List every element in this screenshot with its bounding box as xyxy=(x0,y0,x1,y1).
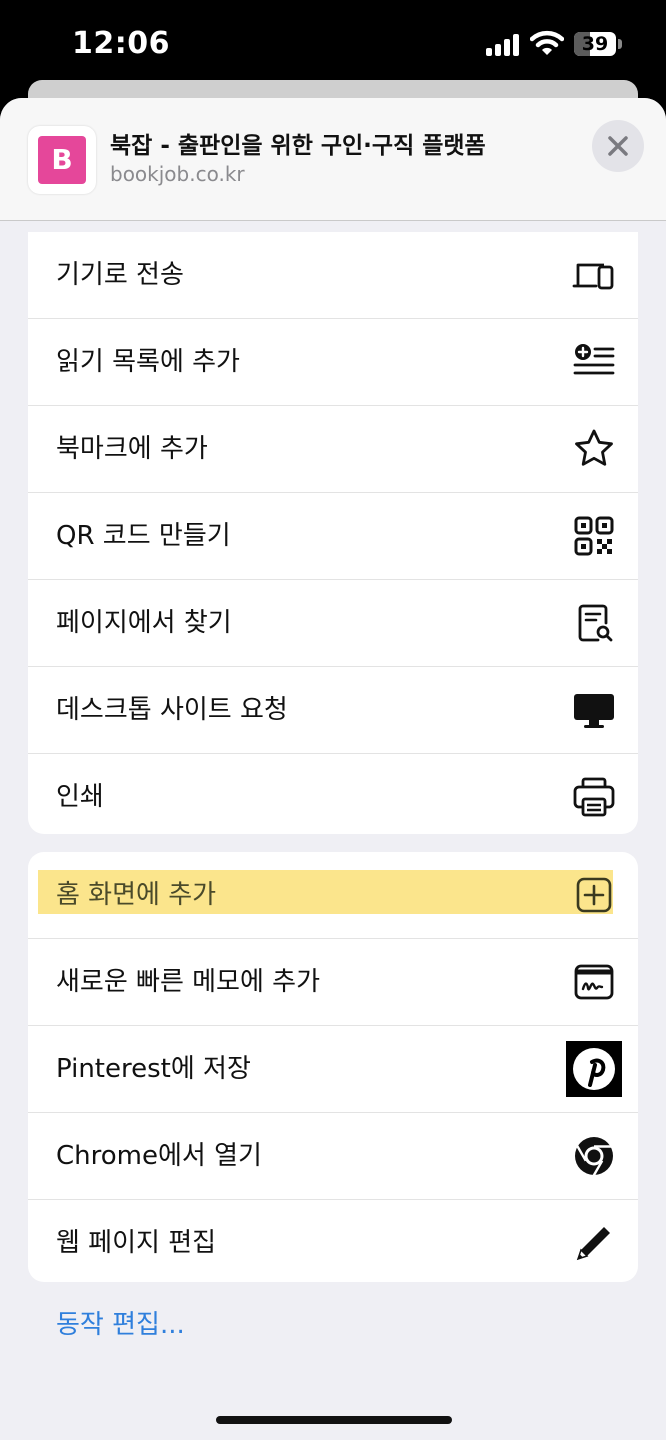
action-create-qr-code[interactable]: QR 코드 만들기 xyxy=(28,492,638,579)
action-label: QR 코드 만들기 xyxy=(56,521,231,551)
action-print[interactable]: 인쇄 xyxy=(28,753,638,834)
edit-actions-link[interactable]: 동작 편집... xyxy=(56,1304,185,1341)
site-url: bookjob.co.kr xyxy=(110,162,245,186)
action-save-to-pinterest[interactable]: Pinterest에 저장 xyxy=(28,1025,638,1112)
chrome-icon xyxy=(572,1134,616,1178)
close-button[interactable] xyxy=(592,120,644,172)
status-time: 12:06 xyxy=(72,26,170,61)
action-label: Chrome에서 열기 xyxy=(56,1141,262,1171)
action-label: 기기로 전송 xyxy=(56,260,184,290)
home-indicator xyxy=(216,1416,452,1424)
qr-code-icon xyxy=(572,514,616,558)
reading-list-icon xyxy=(572,340,616,384)
site-favicon: B xyxy=(28,126,96,194)
action-edit-web-page[interactable]: 웹 페이지 편집 xyxy=(28,1199,638,1282)
action-request-desktop-site[interactable]: 데스크톱 사이트 요청 xyxy=(28,666,638,753)
action-label: 데스크톱 사이트 요청 xyxy=(56,695,288,725)
action-add-to-reading-list[interactable]: 읽기 목록에 추가 xyxy=(28,318,638,405)
desktop-icon xyxy=(572,688,616,732)
site-title: 북잡 - 출판인을 위한 구인·구직 플랫폼 xyxy=(110,133,486,159)
action-label: 새로운 빠른 메모에 추가 xyxy=(56,967,320,997)
action-label: 웹 페이지 편집 xyxy=(56,1228,217,1258)
battery-icon: 39 xyxy=(574,32,616,56)
action-open-in-chrome[interactable]: Chrome에서 열기 xyxy=(28,1112,638,1199)
action-label: 인쇄 xyxy=(56,782,104,812)
action-label: 홈 화면에 추가 xyxy=(56,880,217,910)
action-label: 페이지에서 찾기 xyxy=(56,608,232,638)
star-icon xyxy=(572,427,616,471)
pencil-icon xyxy=(572,1221,616,1265)
share-sheet-header: B 북잡 - 출판인을 위한 구인·구직 플랫폼 bookjob.co.kr xyxy=(0,98,666,221)
action-label: Pinterest에 저장 xyxy=(56,1054,251,1084)
signal-icon xyxy=(486,34,522,56)
close-icon xyxy=(608,136,628,156)
printer-icon xyxy=(572,775,616,819)
wifi-icon xyxy=(529,30,565,56)
action-add-to-home-screen[interactable]: 홈 화면에 추가 xyxy=(28,852,638,938)
status-bar: 12:06 39 xyxy=(0,0,666,90)
battery-level: 39 xyxy=(581,33,609,55)
action-label: 읽기 목록에 추가 xyxy=(56,347,240,377)
pinterest-icon xyxy=(566,1041,622,1097)
battery-cap xyxy=(618,39,622,49)
devices-icon xyxy=(572,253,616,297)
share-sheet: B 북잡 - 출판인을 위한 구인·구직 플랫폼 bookjob.co.kr 기… xyxy=(0,98,666,1440)
action-add-to-quick-note[interactable]: 새로운 빠른 메모에 추가 xyxy=(28,938,638,1025)
action-label: 북마크에 추가 xyxy=(56,434,208,464)
favicon-letter: B xyxy=(38,136,86,184)
action-find-on-page[interactable]: 페이지에서 찾기 xyxy=(28,579,638,666)
find-in-page-icon xyxy=(572,601,616,645)
action-send-to-device[interactable]: 기기로 전송 xyxy=(28,232,638,318)
action-add-bookmark[interactable]: 북마크에 추가 xyxy=(28,405,638,492)
actions-group-primary: 기기로 전송 읽기 목록에 추가 북마크에 추가 QR 코드 만들기 페이지에서… xyxy=(28,232,638,834)
actions-group-secondary: 홈 화면에 추가 새로운 빠른 메모에 추가 Pinterest에 저장 Chr… xyxy=(28,852,638,1282)
quick-note-icon xyxy=(572,960,616,1004)
add-square-icon xyxy=(572,873,616,917)
